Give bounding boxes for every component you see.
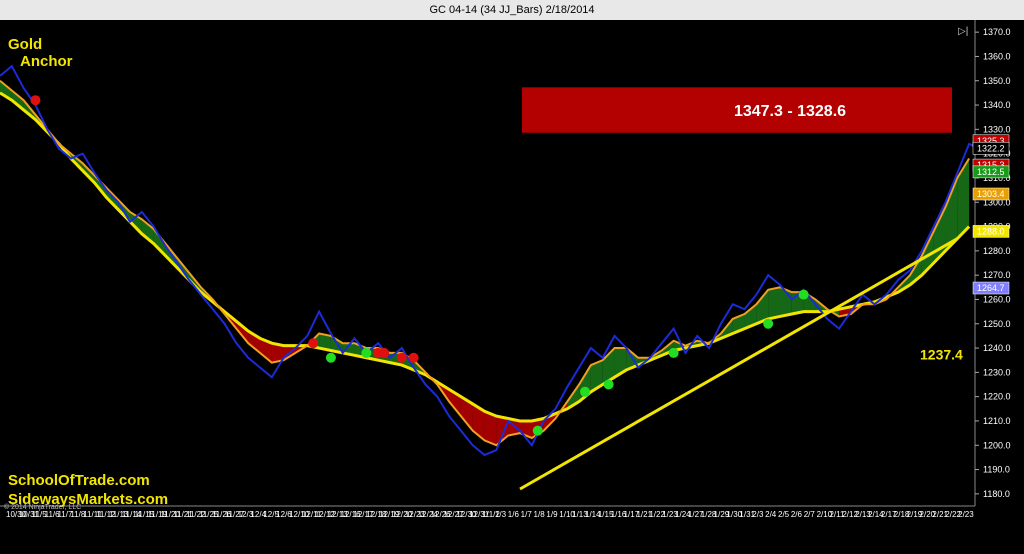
y-tick-label: 1350.0	[983, 76, 1011, 86]
level-label: 1237.4	[920, 346, 963, 362]
y-tick-label: 1340.0	[983, 100, 1011, 110]
x-tick-label: 1/8	[534, 510, 546, 519]
y-tick-label: 1220.0	[983, 392, 1011, 402]
brand-schooloftrade: SchoolOfTrade.com	[8, 472, 150, 489]
x-tick-label: 1/6	[508, 510, 520, 519]
anchor-line	[0, 91, 971, 423]
trend-band-segment	[768, 287, 780, 319]
copyright-note: © 2014 NinjaTrader, LLC	[4, 504, 82, 511]
buy-marker	[361, 347, 372, 358]
price-chart[interactable]: 1347.3 - 1328.6 1180.0 1190.0 1200.0 1210.0 1…	[0, 20, 1024, 554]
x-tick-label: 2/4	[765, 510, 777, 519]
y-tick-label: 1360.0	[983, 51, 1011, 61]
y-tick-label: 1190.0	[983, 465, 1010, 475]
y-tick-label: 1200.0	[983, 440, 1011, 450]
sell-marker	[396, 352, 407, 363]
buy-marker	[532, 425, 543, 436]
sell-marker	[379, 347, 390, 358]
buy-marker	[580, 386, 590, 397]
x-tick-label: 2/23	[958, 510, 974, 519]
x-tick-label: 1/9	[546, 510, 558, 519]
y-tick-label: 1280.0	[983, 246, 1011, 256]
anchor-label: Anchor	[20, 53, 73, 70]
x-tick-label: 1/7	[521, 510, 533, 519]
price-tag-label: 1264.7	[977, 283, 1005, 293]
y-tick-label: 1270.0	[983, 270, 1011, 280]
chart-title: GC 04-14 (34 JJ_Bars) 2/18/2014	[0, 0, 1024, 20]
corner-icon: ▷|	[958, 26, 968, 37]
y-tick-label: 1260.0	[983, 294, 1011, 304]
buy-marker	[603, 379, 614, 390]
price-tag-label: 1312.5	[977, 167, 1005, 177]
sell-marker	[308, 338, 319, 349]
buy-marker	[798, 289, 809, 300]
x-tick-label: 2/5	[778, 510, 790, 519]
y-tick-label: 1330.0	[983, 124, 1011, 134]
target-zone-label: 1347.3 - 1328.6	[734, 103, 846, 120]
buy-marker	[668, 347, 679, 358]
price-tag-label: 1322.2	[977, 143, 1005, 153]
x-tick-label: 2/6	[791, 510, 803, 519]
y-tick-label: 1180.0	[983, 489, 1010, 499]
x-tick-label: 2/7	[804, 510, 816, 519]
price-tag-label: 1288.0	[977, 226, 1005, 236]
y-tick-label: 1240.0	[983, 343, 1011, 353]
sell-marker	[30, 95, 41, 106]
x-tick-label: 1/3	[495, 510, 507, 519]
buy-marker	[763, 318, 774, 329]
y-tick-label: 1210.0	[983, 416, 1011, 426]
fast-ma-line	[0, 79, 970, 447]
instrument-label: Gold	[8, 36, 43, 53]
trendline	[519, 237, 959, 491]
x-tick-label: 2/3	[752, 510, 764, 519]
sell-marker	[408, 352, 419, 363]
y-tick-label: 1370.0	[983, 27, 1011, 37]
y-tick-label: 1230.0	[983, 367, 1011, 377]
buy-marker	[325, 352, 336, 363]
y-tick-label: 1250.0	[983, 319, 1011, 329]
price-tag-label: 1303.4	[977, 189, 1005, 199]
